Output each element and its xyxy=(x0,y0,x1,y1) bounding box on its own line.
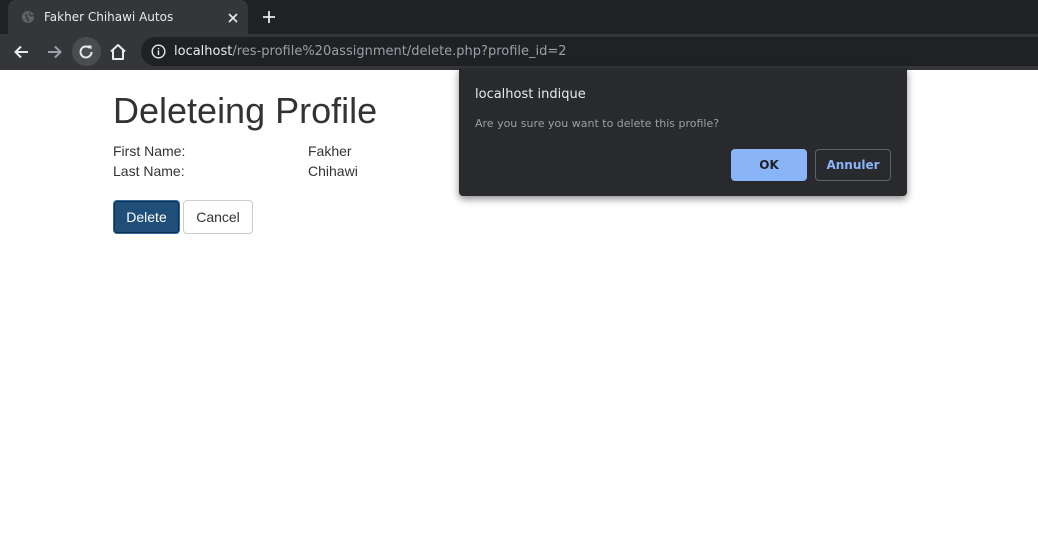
cancel-button[interactable]: Cancel xyxy=(183,200,253,234)
tab-title: Fakher Chihawi Autos xyxy=(44,10,174,24)
tab-strip: Fakher Chihawi Autos xyxy=(0,0,1038,34)
last-name-row: Last Name: Chihawi xyxy=(113,161,377,181)
profile-fields: First Name: Fakher Last Name: Chihawi xyxy=(113,141,377,181)
globe-icon xyxy=(21,10,35,24)
dialog-cancel-button[interactable]: Annuler xyxy=(815,149,891,181)
first-name-row: First Name: Fakher xyxy=(113,141,377,161)
arrow-left-icon[interactable] xyxy=(12,42,32,62)
reload-icon[interactable] xyxy=(76,42,96,62)
last-name-label: Last Name: xyxy=(113,163,185,179)
last-name-value: Chihawi xyxy=(308,163,358,179)
browser-toolbar: localhost/res-profile%20assignment/delet… xyxy=(0,34,1038,70)
dialog-title: localhost indique xyxy=(475,87,586,102)
close-icon[interactable] xyxy=(227,11,239,23)
first-name-value: Fakher xyxy=(308,143,352,159)
info-icon[interactable] xyxy=(151,44,166,59)
delete-button[interactable]: Delete xyxy=(113,200,180,234)
plus-icon[interactable] xyxy=(262,10,276,24)
browser-tab[interactable]: Fakher Chihawi Autos xyxy=(8,0,248,34)
dialog-message: Are you sure you want to delete this pro… xyxy=(475,117,720,130)
arrow-right-icon[interactable] xyxy=(44,42,64,62)
page-title: Deleteing Profile xyxy=(113,90,378,131)
first-name-label: First Name: xyxy=(113,143,186,159)
form-actions: Delete Cancel xyxy=(113,200,253,234)
page-content: Deleteing Profile First Name: Fakher Las… xyxy=(113,89,378,234)
url-host: localhost xyxy=(174,44,233,59)
url-path: /res-profile%20assignment/delete.php?pro… xyxy=(232,44,567,59)
url-text: localhost/res-profile%20assignment/delet… xyxy=(174,44,567,59)
confirm-dialog: localhost indique Are you sure you want … xyxy=(459,68,907,196)
home-icon[interactable] xyxy=(108,42,128,62)
address-bar[interactable]: localhost/res-profile%20assignment/delet… xyxy=(141,37,1038,66)
dialog-ok-button[interactable]: OK xyxy=(731,149,807,181)
